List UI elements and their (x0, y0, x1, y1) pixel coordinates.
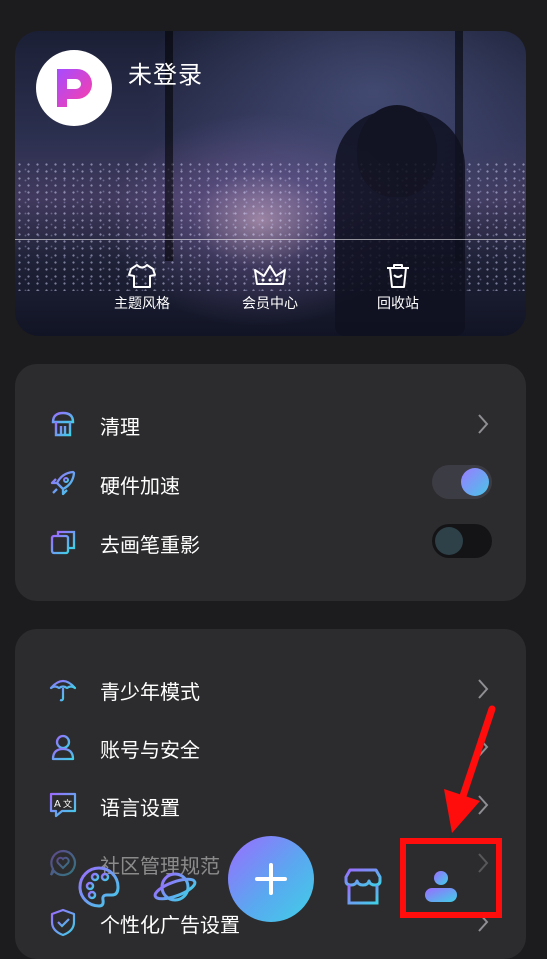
remove-ghosting-toggle[interactable] (432, 524, 492, 558)
divider-line (15, 239, 526, 240)
nav-discover[interactable] (152, 864, 202, 914)
chevron-right-icon (478, 679, 489, 699)
shop-icon (344, 868, 382, 905)
crown-icon (254, 265, 286, 285)
quick-action-label: 回收站 (377, 296, 419, 312)
app-logo-icon (57, 69, 92, 107)
settings-row-remove-ghosting: 去画笔重影 (15, 517, 526, 567)
add-icon (255, 863, 287, 895)
layers-icon (50, 530, 76, 555)
recycle-bin-icon (387, 264, 409, 288)
nav-palette[interactable] (76, 864, 126, 914)
nav-shop[interactable] (340, 864, 390, 914)
quick-action-label: 主题风格 (114, 296, 170, 312)
user-outline-icon (51, 734, 75, 761)
umbrella-icon (49, 679, 77, 702)
toggle-knob (435, 527, 463, 555)
annotation-arrow-icon (444, 705, 496, 833)
quick-action-theme[interactable]: 主题风格 (92, 262, 192, 313)
annotation-highlight-box (400, 838, 502, 918)
toggle-knob (461, 468, 489, 496)
tshirt-icon (128, 264, 156, 288)
chevron-right-icon (478, 414, 489, 434)
palette-icon (78, 866, 120, 908)
login-status[interactable]: 未登录 (128, 55, 203, 90)
settings-row-label: 硬件加速 (100, 474, 180, 498)
settings-card-general: 清理 硬件加速 去画笔重影 (15, 364, 526, 601)
settings-row-label: 语言设置 (100, 796, 180, 820)
settings-row-label: 青少年模式 (100, 680, 200, 704)
planet-icon (153, 872, 197, 902)
app-logo-avatar[interactable] (36, 50, 112, 126)
settings-row-hardware-acceleration: 硬件加速 (15, 458, 526, 508)
settings-row-label: 清理 (100, 415, 140, 439)
quick-action-recycle-bin[interactable]: 回收站 (348, 262, 448, 313)
translate-icon: A 文 (49, 792, 77, 818)
hardware-acceleration-toggle[interactable] (432, 465, 492, 499)
settings-row-clean[interactable]: 清理 (15, 399, 526, 449)
settings-row-label: 账号与安全 (100, 738, 200, 762)
svg-text:文: 文 (63, 798, 72, 810)
cleaner-icon (51, 411, 75, 437)
svg-text:A: A (54, 799, 61, 810)
settings-row-label: 去画笔重影 (100, 533, 200, 557)
create-button[interactable] (228, 836, 314, 922)
quick-action-membership[interactable]: 会员中心 (220, 262, 320, 313)
quick-action-label: 会员中心 (242, 296, 298, 312)
rocket-icon (50, 470, 76, 496)
